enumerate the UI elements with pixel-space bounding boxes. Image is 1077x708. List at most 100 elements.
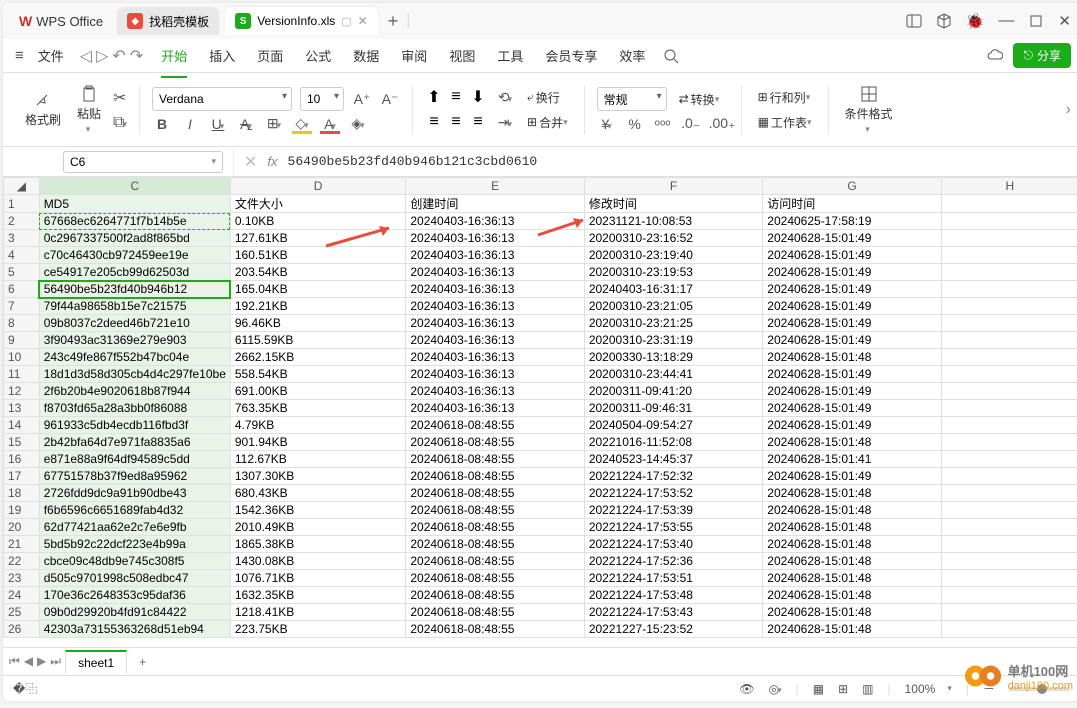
row-header[interactable]: 24 xyxy=(4,587,40,604)
cell[interactable]: 20240628-15:01:49 xyxy=(763,315,941,332)
col-header-E[interactable]: E xyxy=(406,178,584,195)
tab-template[interactable]: ◆ 找稻壳模板 xyxy=(117,7,219,35)
cell[interactable] xyxy=(941,349,1077,366)
cell[interactable]: 20240628-15:01:48 xyxy=(763,502,941,519)
cell[interactable]: 0.10KB xyxy=(230,213,405,230)
merge-button[interactable]: ⊞合并▾ xyxy=(523,112,572,133)
cell[interactable] xyxy=(941,553,1077,570)
minimize-button[interactable]: — xyxy=(998,12,1014,30)
cloud-icon[interactable] xyxy=(987,48,1003,64)
maximize-button[interactable] xyxy=(1028,13,1044,29)
cell[interactable] xyxy=(941,502,1077,519)
fill-color-button[interactable]: ◇▾ xyxy=(292,115,312,132)
share-button[interactable]: ⎋ 分享 xyxy=(1013,43,1071,68)
cell[interactable]: 20221224-17:53:43 xyxy=(584,604,762,621)
cell[interactable]: 680.43KB xyxy=(230,485,405,502)
cell[interactable]: 20240628-15:01:48 xyxy=(763,349,941,366)
cell[interactable]: 112.67KB xyxy=(230,451,405,468)
cell[interactable]: 20221224-17:53:52 xyxy=(584,485,762,502)
cell[interactable]: 20240628-15:01:49 xyxy=(763,298,941,315)
font-size-select[interactable] xyxy=(300,87,344,111)
cell[interactable]: 20240628-15:01:49 xyxy=(763,230,941,247)
cell[interactable] xyxy=(941,383,1077,400)
cell[interactable]: 67668ec6264771f7b14b5e xyxy=(39,213,230,230)
cell[interactable]: 20240403-16:36:13 xyxy=(406,247,584,264)
cell[interactable]: 1632.35KB xyxy=(230,587,405,604)
cell[interactable]: f6b6596c6651689fab4d32 xyxy=(39,502,230,519)
menu-tab-efficiency[interactable]: 效率 xyxy=(609,42,655,69)
header-cell[interactable]: 修改时间 xyxy=(584,195,762,213)
cell[interactable]: 170e36c2648353c95daf36 xyxy=(39,587,230,604)
row-header[interactable]: 2 xyxy=(4,213,40,230)
row-header[interactable]: 12 xyxy=(4,383,40,400)
file-menu[interactable]: 文件 xyxy=(30,42,72,69)
row-header[interactable]: 17 xyxy=(4,468,40,485)
row-header[interactable]: 23 xyxy=(4,570,40,587)
row-header[interactable]: 20 xyxy=(4,519,40,536)
cell[interactable]: 56490be5b23fd40b946b12 xyxy=(39,281,230,298)
status-mode-icon[interactable]: �⿻ xyxy=(13,680,37,697)
cell[interactable]: 20240403-16:36:13 xyxy=(406,264,584,281)
forward-icon[interactable]: ▷ xyxy=(96,46,108,66)
name-box[interactable]: C6 ▾ xyxy=(63,151,223,173)
cell[interactable]: 79f44a98658b15e7c21575 xyxy=(39,298,230,315)
cell[interactable]: 20240618-08:48:55 xyxy=(406,553,584,570)
sheet-tab-1[interactable]: sheet1 xyxy=(65,650,127,674)
cell[interactable]: 20240403-16:36:13 xyxy=(406,332,584,349)
cell[interactable]: 67751578b37f9ed8a95962 xyxy=(39,468,230,485)
menu-tab-formula[interactable]: 公式 xyxy=(295,42,341,69)
cell[interactable] xyxy=(941,281,1077,298)
cell[interactable]: 6115.59KB xyxy=(230,332,405,349)
cell[interactable]: 5bd5b92c22dcf223e4b99a xyxy=(39,536,230,553)
cell[interactable]: 243c49fe867f552b47bc04e xyxy=(39,349,230,366)
align-top-icon[interactable]: ⬆ xyxy=(425,87,443,107)
cell[interactable]: 20240618-08:48:55 xyxy=(406,485,584,502)
cell[interactable] xyxy=(941,332,1077,349)
cell[interactable]: 2662.15KB xyxy=(230,349,405,366)
cell[interactable]: 20240403-16:36:13 xyxy=(406,349,584,366)
sheet-nav-next-icon[interactable]: ▶ xyxy=(37,654,46,669)
cell[interactable]: 203.54KB xyxy=(230,264,405,281)
cell[interactable]: 20240628-15:01:41 xyxy=(763,451,941,468)
cell[interactable]: 09b8037c2deed46b721e10 xyxy=(39,315,230,332)
cell[interactable]: 2f6b20b4e9020618b87f944 xyxy=(39,383,230,400)
cell[interactable]: 20240403-16:36:13 xyxy=(406,315,584,332)
paste-button[interactable]: 粘贴▾ xyxy=(73,83,105,137)
cell[interactable]: 20240628-15:01:49 xyxy=(763,468,941,485)
tab-menu-icon[interactable]: ▢ xyxy=(341,15,351,28)
cell[interactable]: 20200310-23:31:19 xyxy=(584,332,762,349)
cell[interactable]: 2010.49KB xyxy=(230,519,405,536)
worksheet-button[interactable]: ▦ 工作表▾ xyxy=(754,112,816,133)
cell[interactable]: 20240618-08:48:55 xyxy=(406,468,584,485)
sidebar-icon[interactable] xyxy=(906,13,922,29)
cell[interactable]: 18d1d3d58d305cb4d4c297fe10be xyxy=(39,366,230,383)
menu-tab-insert[interactable]: 插入 xyxy=(199,42,245,69)
cell[interactable]: 20240628-15:01:48 xyxy=(763,621,941,638)
hamburger-icon[interactable]: ≡ xyxy=(11,45,28,66)
cell[interactable]: 20221224-17:53:55 xyxy=(584,519,762,536)
decrease-font-icon[interactable]: A⁻ xyxy=(380,91,400,108)
cell[interactable]: 1542.36KB xyxy=(230,502,405,519)
close-button[interactable]: ✕ xyxy=(1058,12,1071,30)
cell[interactable] xyxy=(941,264,1077,281)
cell[interactable]: 160.51KB xyxy=(230,247,405,264)
search-icon[interactable] xyxy=(663,48,679,64)
view-focus-icon[interactable]: ◎▾ xyxy=(769,682,782,696)
row-header[interactable]: 8 xyxy=(4,315,40,332)
currency-button[interactable]: ¥▾ xyxy=(597,116,617,132)
font-name-select[interactable] xyxy=(152,87,292,111)
underline-button[interactable]: U▾ xyxy=(208,116,228,132)
cell[interactable]: 20200310-23:21:05 xyxy=(584,298,762,315)
col-header-C[interactable]: C xyxy=(39,178,230,195)
cell[interactable]: 1076.71KB xyxy=(230,570,405,587)
cell[interactable]: d505c9701998c508edbc47 xyxy=(39,570,230,587)
header-cell[interactable]: 文件大小 xyxy=(230,195,405,213)
cell[interactable]: 20240625-17:58:19 xyxy=(763,213,941,230)
cell[interactable]: 20221224-17:53:40 xyxy=(584,536,762,553)
italic-button[interactable]: I xyxy=(180,116,200,132)
view-eye-icon[interactable]: 👁 xyxy=(739,682,754,696)
ribbon-more-icon[interactable]: › xyxy=(1066,101,1071,119)
convert-button[interactable]: ⇄转换▾ xyxy=(675,89,724,110)
cell[interactable]: 1218.41KB xyxy=(230,604,405,621)
cell[interactable]: 20240628-15:01:49 xyxy=(763,247,941,264)
